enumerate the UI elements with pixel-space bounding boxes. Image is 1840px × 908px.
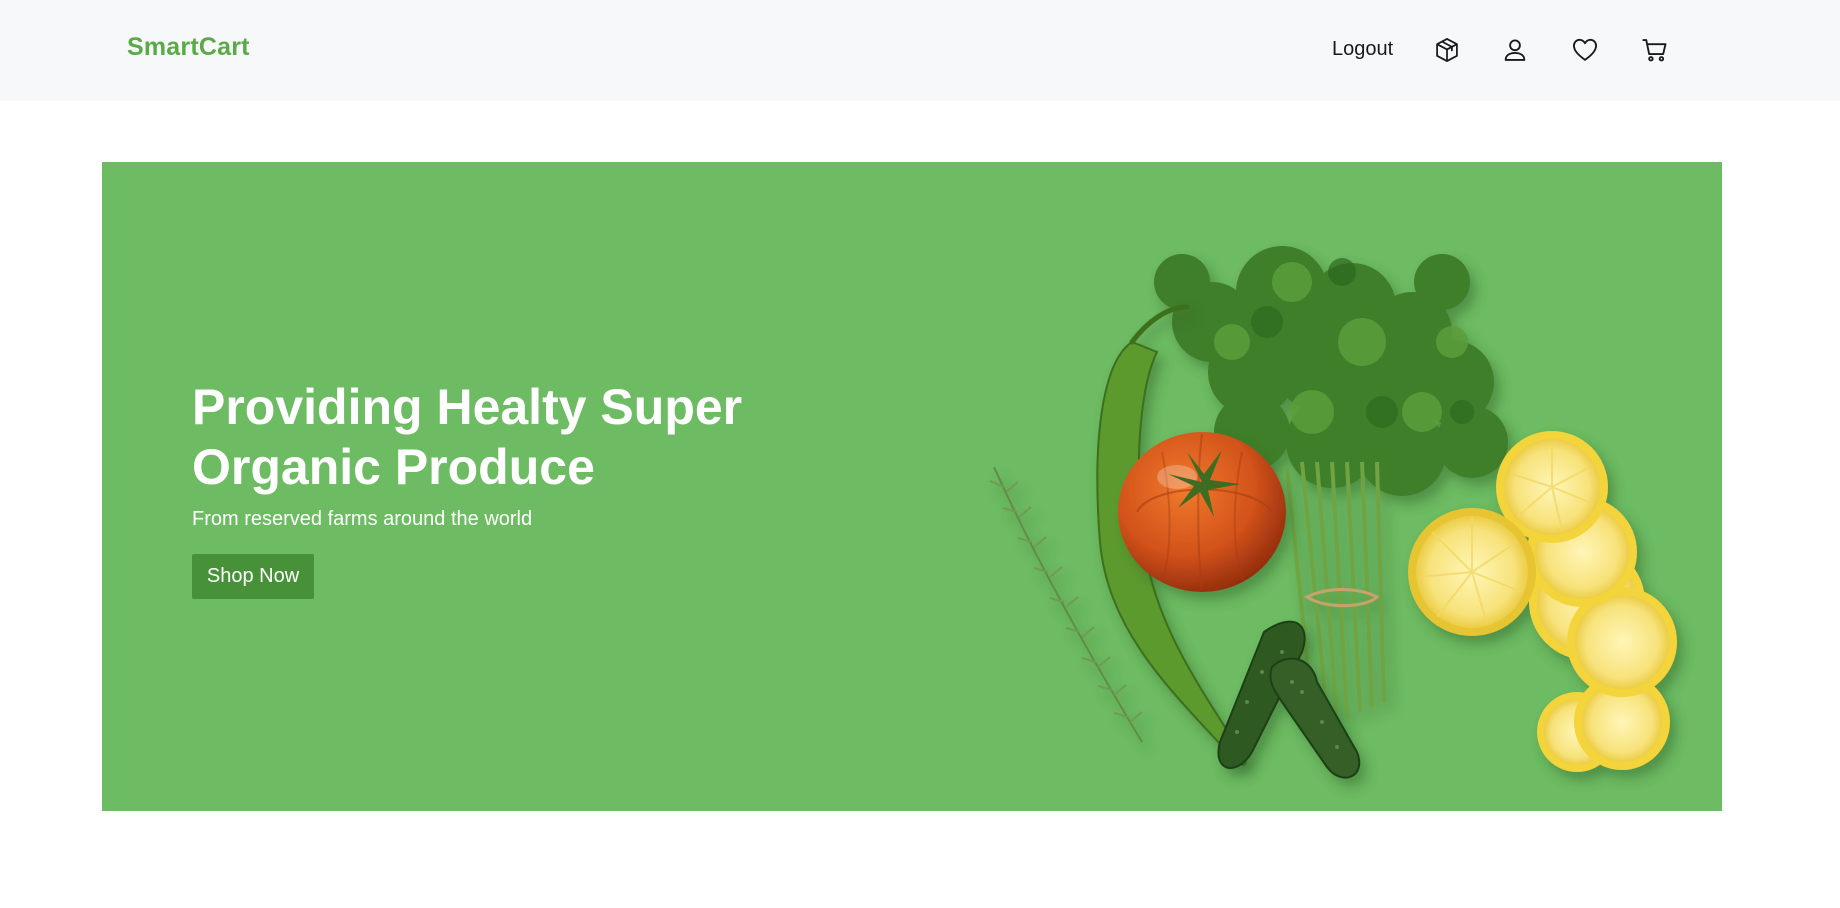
navbar: SmartCart Logout [0,0,1840,101]
logout-link[interactable]: Logout [1332,38,1393,61]
hero-banner: Providing Healty Super Organic Produce F… [102,162,1722,811]
vegetables-image [989,246,1677,779]
heart-icon[interactable] [1568,33,1602,67]
package-icon[interactable] [1430,33,1464,67]
user-icon[interactable] [1498,33,1532,67]
cart-icon[interactable] [1638,33,1672,67]
brand-logo[interactable]: SmartCart [127,33,250,62]
hero-title: Providing Healty Super Organic Produce [192,379,743,495]
hero-subtitle: From reserved farms around the world [192,508,533,530]
shop-now-button[interactable]: Shop Now [192,554,314,599]
